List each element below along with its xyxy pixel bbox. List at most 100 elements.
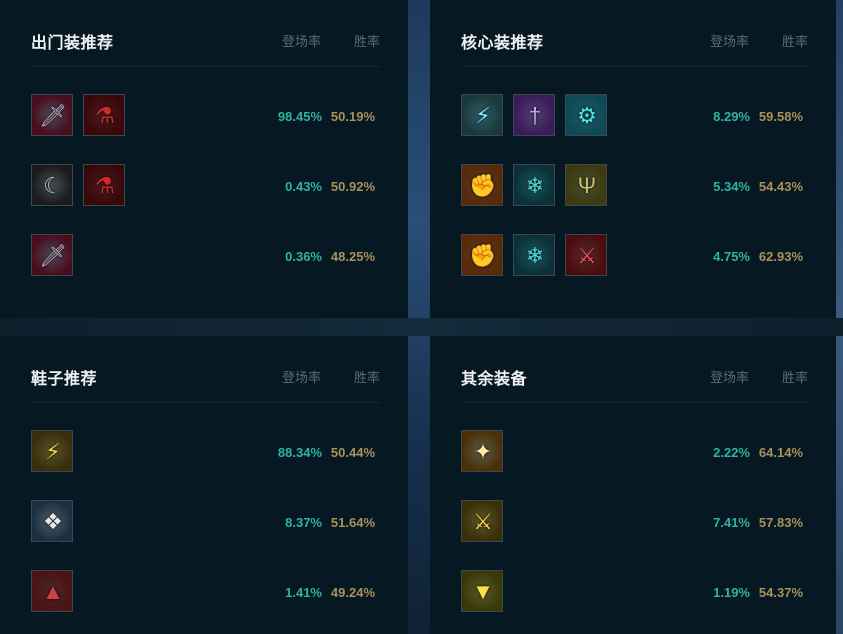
win-rate-value: 49.24% (330, 585, 375, 600)
pick-rate-value: 5.34% (713, 179, 750, 194)
angel-icon-glyph: ✦ (473, 439, 493, 464)
item-panel-3: 其余装备 登场率 胜率 ✦ 2.22% 64.14% ⚔ 7.41% 57.83% ▼ 1.19% 5… (430, 336, 836, 634)
trident-icon[interactable]: Ψ (565, 164, 607, 206)
sword-icon-glyph: † (528, 103, 542, 128)
background-art (408, 0, 430, 634)
header-divider (461, 402, 808, 403)
win-rate-value: 50.92% (330, 179, 375, 194)
dagger-icon-glyph: 🗡 (39, 103, 67, 128)
panel-title: 鞋子推荐 (31, 371, 98, 388)
red-boots-icon-glyph: ▲ (42, 579, 64, 604)
potion-icon[interactable]: ⚗ (83, 164, 125, 206)
win-rate-value: 54.37% (758, 585, 803, 600)
item-build-row: ▲ 1.41% 49.24% (0, 569, 408, 615)
item-panel-1: 核心装推荐 登场率 胜率 ⚡ † ⚙ 8.29% 59.58% ✊ ❄ Ψ 5.34% 54.43% ✊ ❄… (430, 0, 836, 318)
item-build-row: ❖ 8.37% 51.64% (0, 499, 408, 545)
potion-icon-glyph: ⚗ (95, 173, 115, 198)
win-rate-value: 64.14% (758, 445, 803, 460)
dagger-icon[interactable]: 🗡 (31, 234, 73, 276)
gauntlet-icon[interactable]: ✊ (461, 164, 503, 206)
win-rate-header[interactable]: 胜率 (782, 367, 808, 386)
pick-rate-header[interactable]: 登场率 (282, 367, 321, 386)
win-rate-header[interactable]: 胜率 (354, 367, 380, 386)
cannon-icon[interactable]: ⚙ (565, 94, 607, 136)
item-build-row: 🗡 ⚗ 98.45% 50.19% (0, 93, 408, 139)
item-icon-group: ✊ ❄ ⚔ (461, 234, 607, 276)
win-rate-header[interactable]: 胜率 (354, 31, 380, 50)
red-blade-icon[interactable]: ⚔ (565, 234, 607, 276)
item-icon-group: ⚡ (31, 430, 73, 472)
header-divider (31, 402, 380, 403)
frost-claw-icon[interactable]: ❄ (513, 164, 555, 206)
armored-boots-icon-glyph: ⚡ (45, 439, 61, 464)
panel-title: 其余装备 (461, 371, 528, 388)
item-icon-group: 🗡 (31, 234, 73, 276)
item-build-row: ▼ 1.19% 54.37% (430, 569, 836, 615)
item-build-row: ⚡ 88.34% 50.44% (0, 429, 408, 475)
gauntlet-icon-glyph: ✊ (469, 173, 497, 198)
win-rate-value: 57.83% (758, 515, 803, 530)
win-rate-value: 50.44% (330, 445, 375, 460)
pick-rate-value: 7.41% (713, 515, 750, 530)
item-build-row: ⚡ † ⚙ 8.29% 59.58% (430, 93, 836, 139)
pick-rate-value: 1.19% (713, 585, 750, 600)
red-boots-icon[interactable]: ▲ (31, 570, 73, 612)
win-rate-value: 50.19% (330, 109, 375, 124)
item-icon-group: ▼ (461, 570, 503, 612)
scythe-icon-glyph: ☾ (43, 173, 63, 198)
pick-rate-value: 98.45% (277, 109, 322, 124)
win-rate-header[interactable]: 胜率 (782, 31, 808, 50)
panel-title: 核心装推荐 (461, 35, 544, 52)
triangle-shield-icon[interactable]: ▼ (461, 570, 503, 612)
pick-rate-value: 0.36% (285, 249, 322, 264)
header-divider (461, 66, 808, 67)
item-build-row: ✦ 2.22% 64.14% (430, 429, 836, 475)
frost-claw-icon[interactable]: ❄ (513, 234, 555, 276)
angel-icon[interactable]: ✦ (461, 430, 503, 472)
item-build-row: ✊ ❄ Ψ 5.34% 54.43% (430, 163, 836, 209)
pick-rate-header[interactable]: 登场率 (710, 367, 749, 386)
frost-claw-icon-glyph: ❄ (525, 173, 545, 198)
panel-header: 鞋子推荐 登场率 胜率 (0, 336, 408, 402)
pick-rate-value: 8.37% (285, 515, 322, 530)
golden-blade-icon[interactable]: ⚔ (461, 500, 503, 542)
gauntlet-icon-glyph: ✊ (469, 243, 497, 268)
win-rate-value: 51.64% (330, 515, 375, 530)
dagger-icon-glyph: 🗡 (39, 243, 67, 268)
item-icon-group: ✦ (461, 430, 503, 472)
lightning-blade-icon[interactable]: ⚡ (461, 94, 503, 136)
winged-boots-icon[interactable]: ❖ (31, 500, 73, 542)
pick-rate-header[interactable]: 登场率 (282, 31, 321, 50)
lightning-blade-icon-glyph: ⚡ (475, 103, 491, 128)
dagger-icon[interactable]: 🗡 (31, 94, 73, 136)
scythe-icon[interactable]: ☾ (31, 164, 73, 206)
item-icon-group: 🗡 ⚗ (31, 94, 125, 136)
item-icon-group: ☾ ⚗ (31, 164, 125, 206)
cannon-icon-glyph: ⚙ (577, 103, 597, 128)
golden-blade-icon-glyph: ⚔ (473, 509, 493, 534)
item-build-row: ⚔ 7.41% 57.83% (430, 499, 836, 545)
sword-icon[interactable]: † (513, 94, 555, 136)
armored-boots-icon[interactable]: ⚡ (31, 430, 73, 472)
item-icon-group: ⚡ † ⚙ (461, 94, 607, 136)
item-icon-group: ❖ (31, 500, 73, 542)
background-divider (0, 318, 843, 336)
pick-rate-value: 0.43% (285, 179, 322, 194)
win-rate-value: 54.43% (758, 179, 803, 194)
gauntlet-icon[interactable]: ✊ (461, 234, 503, 276)
frost-claw-icon-glyph: ❄ (525, 243, 545, 268)
pick-rate-value: 2.22% (713, 445, 750, 460)
pick-rate-header[interactable]: 登场率 (710, 31, 749, 50)
win-rate-value: 62.93% (758, 249, 803, 264)
winged-boots-icon-glyph: ❖ (43, 509, 63, 534)
panel-title: 出门装推荐 (31, 35, 114, 52)
pick-rate-value: 8.29% (713, 109, 750, 124)
win-rate-value: 48.25% (330, 249, 375, 264)
header-divider (31, 66, 380, 67)
item-build-row: ✊ ❄ ⚔ 4.75% 62.93% (430, 233, 836, 279)
item-icon-group: ✊ ❄ Ψ (461, 164, 607, 206)
panel-header: 核心装推荐 登场率 胜率 (430, 0, 836, 66)
item-icon-group: ⚔ (461, 500, 503, 542)
pick-rate-value: 4.75% (713, 249, 750, 264)
potion-icon[interactable]: ⚗ (83, 94, 125, 136)
